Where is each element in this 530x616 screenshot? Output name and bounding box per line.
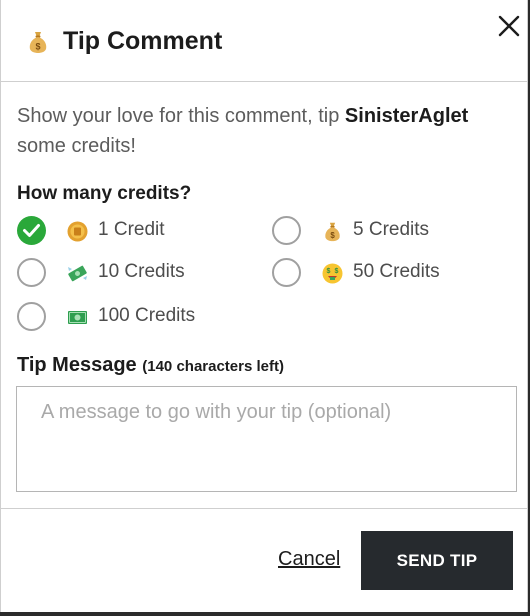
credit-option-1[interactable]: 1 Credit: [17, 216, 257, 248]
close-icon[interactable]: [497, 14, 521, 38]
radio-unselected[interactable]: [17, 302, 46, 331]
svg-text:$: $: [335, 268, 339, 275]
svg-text:$: $: [330, 231, 335, 240]
money-with-wings-icon: [68, 265, 87, 282]
credit-option-10[interactable]: 10 Credits: [17, 258, 257, 290]
checkmark-icon: [23, 224, 40, 237]
footer-divider: [1, 508, 527, 509]
intro-suffix: some credits!: [17, 135, 136, 157]
cancel-button[interactable]: Cancel: [278, 548, 340, 571]
radio-unselected[interactable]: [272, 258, 301, 287]
tip-message-label: Tip Message (140 characters left): [17, 354, 284, 377]
dollar-banknote-icon: [68, 311, 87, 324]
credit-option-label: 1 Credit: [98, 219, 165, 240]
credit-option-label: 50 Credits: [353, 261, 440, 282]
tip-message-title: Tip Message: [17, 354, 137, 376]
tip-message-input[interactable]: [16, 386, 517, 492]
radio-unselected[interactable]: [17, 258, 46, 287]
characters-left-counter: (140 characters left): [142, 358, 284, 375]
intro-text: Show your love for this comment, tip Sin…: [17, 101, 517, 161]
svg-text:$: $: [35, 42, 40, 52]
credit-option-label: 5 Credits: [353, 219, 430, 240]
money-bag-icon: $: [29, 32, 47, 53]
credit-option-5[interactable]: $ 5 Credits: [272, 216, 512, 248]
intro-prefix: Show your love for this comment, tip: [17, 105, 345, 127]
radio-unselected[interactable]: [272, 216, 301, 245]
dialog-header: $ Tip Comment: [1, 0, 527, 82]
credit-option-label: 10 Credits: [98, 261, 185, 282]
money-mouth-face-icon: $ $: [322, 263, 343, 284]
send-tip-button[interactable]: SEND TIP: [361, 531, 513, 590]
credits-label: How many credits?: [17, 183, 192, 204]
recipient-username: SinisterAglet: [344, 105, 469, 127]
dialog-title: Tip Comment: [63, 27, 223, 55]
money-bag-icon: $: [325, 222, 340, 242]
radio-selected[interactable]: [17, 216, 46, 245]
credit-option-100[interactable]: 100 Credits: [17, 302, 257, 334]
credit-option-label: 100 Credits: [98, 305, 196, 326]
credit-option-50[interactable]: $ $ 50 Credits: [272, 258, 512, 290]
tip-comment-dialog: $ Tip Comment Show your love for this co…: [0, 0, 528, 612]
svg-text:$: $: [327, 268, 331, 275]
coin-icon: [67, 221, 88, 242]
